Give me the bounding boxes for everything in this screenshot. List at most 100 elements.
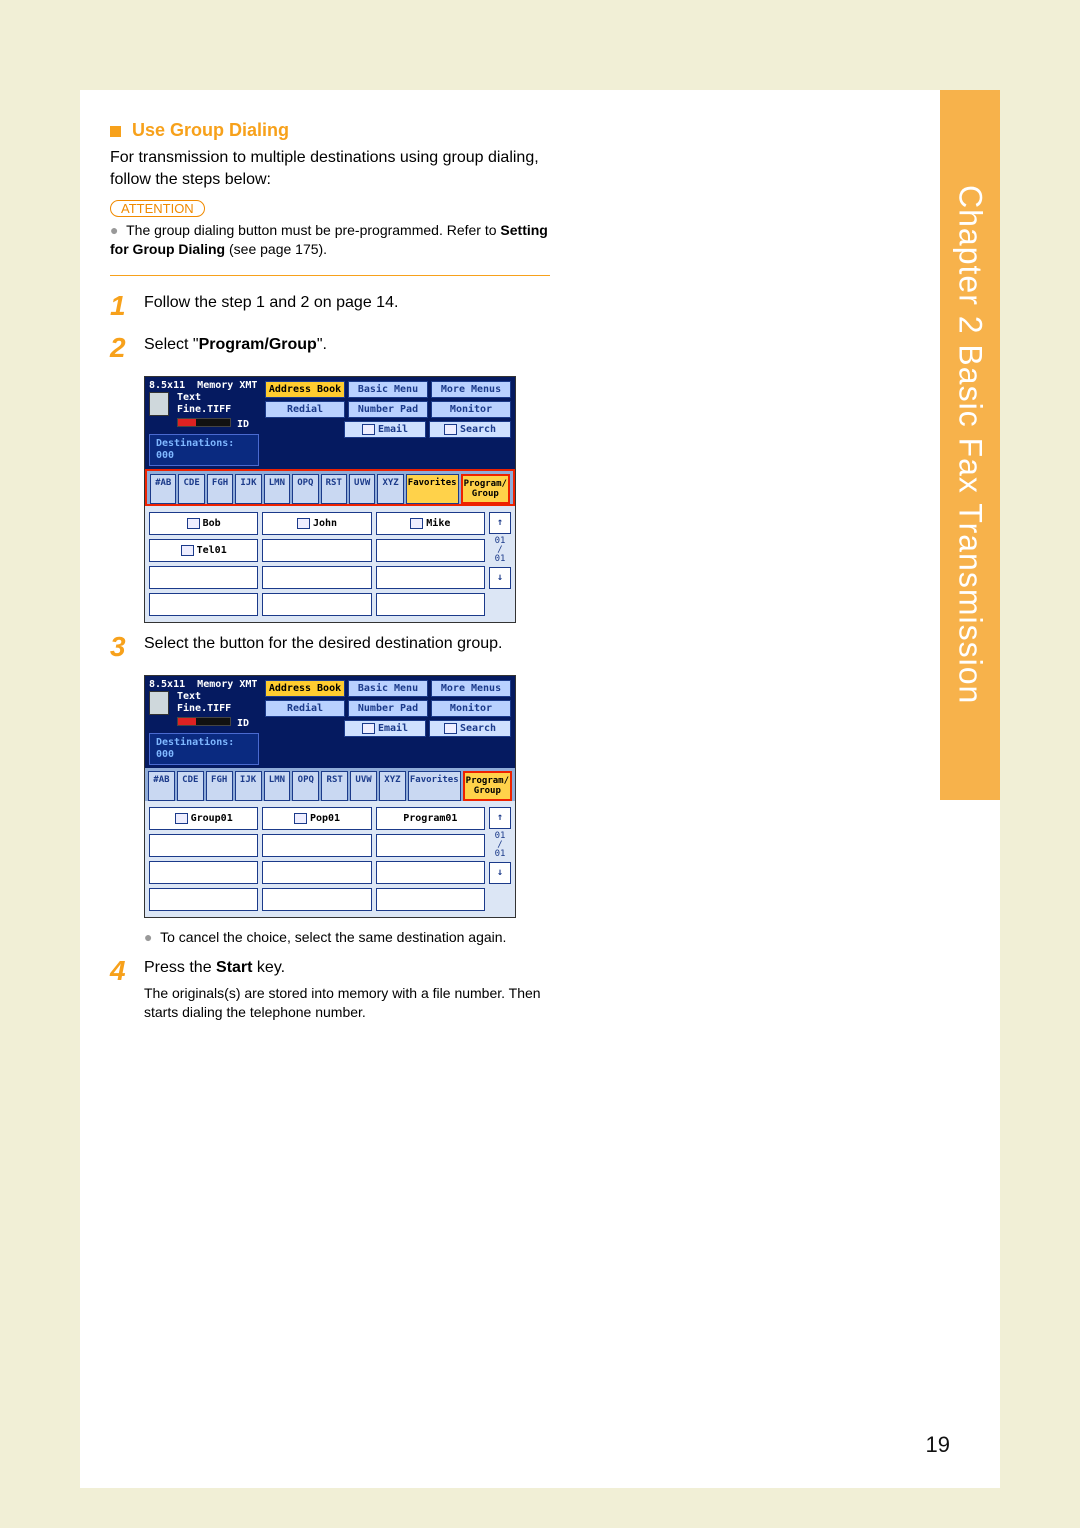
basic-menu-button[interactable]: Basic Menu [348,381,428,398]
envelope-icon [187,518,200,529]
panel-header-right: Address Book Basic Menu More Menus Redia… [263,676,515,768]
progress-fill [178,718,196,725]
email-button[interactable]: Email [344,720,426,737]
mode-text: Text [177,392,201,403]
entry-button[interactable]: Bob [149,512,258,535]
scroll-up-button[interactable]: ↑ [489,512,511,534]
divider [110,275,550,276]
tab-ab[interactable]: #AB [150,474,176,504]
entry-button[interactable] [149,593,258,616]
entry-button[interactable] [376,861,485,884]
step-text-suffix: ". [317,336,327,353]
entry-button[interactable] [376,566,485,589]
tab-lmn[interactable]: LMN [264,771,291,801]
search-button[interactable]: Search [429,720,511,737]
entries-grid: Bob John Mike Tel01 [149,512,485,616]
scroll-up-button[interactable]: ↑ [489,807,511,829]
progress-bar [177,717,231,726]
tab-favorites[interactable]: Favorites [408,771,461,801]
alpha-tabs: #AB CDE FGH IJK LMN OPQ RST UVW XYZ Favo… [145,768,515,801]
envelope-icon [410,518,423,529]
tab-opq[interactable]: OPQ [292,771,319,801]
entry-button[interactable] [149,566,258,589]
entry-button[interactable] [376,834,485,857]
entry-button[interactable] [262,834,371,857]
tab-rst[interactable]: RST [321,771,348,801]
tab-uvw[interactable]: UVW [349,474,375,504]
step-text-bold: Start [216,959,252,976]
attention-badge: ATTENTION [110,200,205,217]
monitor-button[interactable]: Monitor [431,401,511,418]
tab-lmn[interactable]: LMN [264,474,290,504]
entry-button[interactable] [149,888,258,911]
step-text-suffix: key. [252,959,285,976]
entry-button[interactable]: Group01 [149,807,258,830]
tab-xyz[interactable]: XYZ [379,771,406,801]
address-book-button[interactable]: Address Book [265,680,345,697]
chapter-side-tab-text: Chapter 2 Basic Fax Transmission [952,185,989,704]
basic-menu-button[interactable]: Basic Menu [348,680,428,697]
panel-header-left: 8.5x11 Memory XMT Text Fine.TIFF ID Dest… [145,676,263,768]
scroll-down-button[interactable]: ↓ [489,862,511,884]
tab-favorites[interactable]: Favorites [406,474,459,504]
entry-button[interactable] [262,539,371,562]
redial-button[interactable]: Redial [265,401,345,418]
panel-header-right: Address Book Basic Menu More Menus Redia… [263,377,515,469]
tab-rst[interactable]: RST [321,474,347,504]
entry-button[interactable] [376,888,485,911]
tab-program-group[interactable]: Program/ Group [461,474,510,504]
entry-button[interactable]: Mike [376,512,485,535]
page-indicator: 01 / 01 [495,537,506,564]
paper-size: 8.5x11 [149,380,185,391]
tab-fgh[interactable]: FGH [206,771,233,801]
entry-button[interactable] [149,834,258,857]
entry-button[interactable] [262,861,371,884]
tab-fgh[interactable]: FGH [207,474,233,504]
tab-uvw[interactable]: UVW [350,771,377,801]
entry-button[interactable]: Pop01 [262,807,371,830]
entry-button[interactable]: John [262,512,371,535]
address-book-button[interactable]: Address Book [265,381,345,398]
step-4: 4 Press the Start key. The originals(s) … [110,957,550,1022]
tab-ijk[interactable]: IJK [235,771,262,801]
tab-cde[interactable]: CDE [178,474,204,504]
step-3-note-text: To cancel the choice, select the same de… [160,929,506,945]
scroll-down-button[interactable]: ↓ [489,567,511,589]
step-2: 2 Select "Program/Group". [110,334,550,362]
panel-header: 8.5x11 Memory XMT Text Fine.TIFF ID Dest… [145,676,515,768]
attention-note-suffix: (see page 175). [229,241,327,257]
tab-opq[interactable]: OPQ [292,474,318,504]
envelope-icon [362,424,375,435]
more-menus-button[interactable]: More Menus [431,680,511,697]
monitor-button[interactable]: Monitor [431,700,511,717]
tab-xyz[interactable]: XYZ [377,474,403,504]
memory-mode: Memory XMT [197,679,257,690]
tab-ijk[interactable]: IJK [235,474,261,504]
entries-grid: Group01 Pop01 Program01 [149,807,485,911]
redial-button[interactable]: Redial [265,700,345,717]
entry-button[interactable] [376,539,485,562]
entry-button[interactable] [262,888,371,911]
phone-icon [181,545,194,556]
step-number: 1 [110,292,144,320]
entry-button[interactable] [262,593,371,616]
tab-ab[interactable]: #AB [148,771,175,801]
tab-cde[interactable]: CDE [177,771,204,801]
number-pad-button[interactable]: Number Pad [348,700,428,717]
panel-header-left: 8.5x11 Memory XMT Text Fine.TIFF ID Dest… [145,377,263,469]
entry-button[interactable] [262,566,371,589]
entry-button[interactable] [376,593,485,616]
entries-area: Bob John Mike Tel01 ↑ 01 / 01 ↓ [145,506,515,622]
more-menus-button[interactable]: More Menus [431,381,511,398]
entry-button[interactable] [149,861,258,884]
entry-button[interactable]: Program01 [376,807,485,830]
email-button[interactable]: Email [344,421,426,438]
tab-program-group[interactable]: Program/ Group [463,771,512,801]
search-button[interactable]: Search [429,421,511,438]
mode-fine: Fine.TIFF [177,404,231,415]
number-pad-button[interactable]: Number Pad [348,401,428,418]
document-icon [149,691,169,715]
scroll-controls: ↑ 01 / 01 ↓ [489,512,511,616]
panel-header: 8.5x11 Memory XMT Text Fine.TIFF ID Dest… [145,377,515,469]
entry-button[interactable]: Tel01 [149,539,258,562]
